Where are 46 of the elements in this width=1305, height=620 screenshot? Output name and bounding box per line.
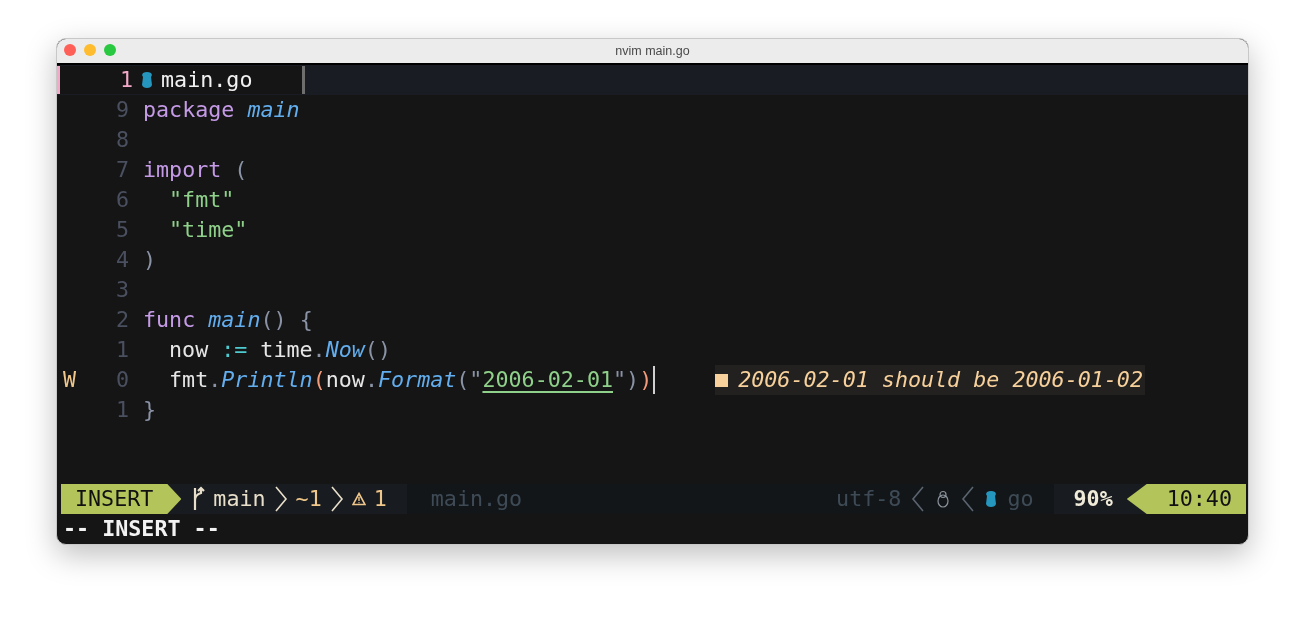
code-line: }	[143, 396, 157, 424]
code-line: now := time.Now()	[168, 336, 391, 364]
warning-icon	[351, 492, 366, 506]
line-number: 4	[114, 246, 129, 274]
line-number: 6	[114, 186, 129, 214]
code-line: fmt.Println(now.Format("2006-02-01"))	[168, 366, 653, 394]
code-line: "time"	[168, 216, 248, 244]
close-button[interactable]	[64, 44, 76, 56]
warning-sign: W	[62, 366, 78, 394]
square-icon	[715, 373, 729, 387]
file-icon	[985, 490, 998, 508]
mode-message: -- INSERT --	[63, 516, 220, 541]
warning-count: 1	[373, 485, 387, 513]
code-line: )	[143, 246, 157, 274]
file-name: main.go	[430, 485, 523, 513]
branch-name: main	[213, 485, 266, 513]
zoom-button[interactable]	[104, 44, 116, 56]
chevron-icon	[911, 486, 926, 512]
line-number: 3	[114, 276, 129, 304]
line-number: 1	[114, 396, 129, 424]
line-number: 0	[114, 366, 129, 394]
code-line: import (	[143, 156, 248, 184]
file-icon	[141, 71, 154, 89]
mode-indicator: INSERT	[61, 484, 182, 514]
line-number: 7	[114, 156, 129, 184]
scroll-percent: 90%	[1072, 485, 1114, 513]
minimize-button[interactable]	[84, 44, 96, 56]
window-title: nvim main.go	[615, 44, 690, 58]
chevron-icon	[961, 486, 976, 512]
line-number: 5	[114, 216, 129, 244]
clock: 10:40	[1126, 484, 1246, 514]
code-line: "fmt"	[168, 186, 235, 214]
diagnostic-message: 2006-02-01 should be 2006-01-02	[715, 365, 1145, 395]
encoding: utf-8	[836, 485, 902, 513]
chevron-icon	[273, 486, 288, 512]
file-type: go	[1007, 485, 1034, 513]
line-number: 2	[114, 306, 129, 334]
line-number: 8	[114, 126, 129, 154]
chevron-icon	[329, 486, 344, 512]
branch-icon	[191, 486, 206, 512]
buffer-tab[interactable]: 1 main.go	[57, 66, 306, 94]
line-number: 1	[114, 336, 129, 364]
code-line: package main	[143, 96, 300, 124]
change-count: ~1	[294, 485, 323, 513]
line-number: 9	[114, 96, 129, 124]
code-line: func main() {	[143, 306, 313, 334]
